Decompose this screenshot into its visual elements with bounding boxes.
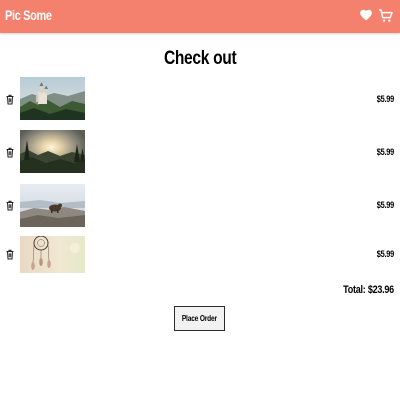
trash-icon[interactable] <box>5 200 15 211</box>
animal-on-rocks-photo <box>20 184 85 227</box>
trash-icon[interactable] <box>5 147 15 158</box>
app-header: Pic Some <box>0 0 400 33</box>
castle-forest-photo <box>20 77 85 120</box>
cart-item: $5.99 <box>0 236 400 280</box>
cart-item: $5.99 <box>0 184 400 228</box>
order-total: Total: $23.96 <box>343 284 394 296</box>
cart-icon[interactable] <box>378 8 394 24</box>
place-order-button[interactable]: Place Order <box>174 306 225 331</box>
item-price: $5.99 <box>376 94 394 104</box>
heart-icon[interactable] <box>359 8 373 22</box>
item-price: $5.99 <box>376 249 394 259</box>
trash-icon[interactable] <box>5 94 15 105</box>
item-price: $5.99 <box>376 200 394 210</box>
cart-item: $5.99 <box>0 130 400 174</box>
page-title: Check out <box>163 48 237 69</box>
trash-icon[interactable] <box>5 249 15 260</box>
item-price: $5.99 <box>376 147 394 157</box>
dreamcatcher-photo <box>20 236 85 273</box>
cart-item: $5.99 <box>0 77 400 121</box>
brand-title[interactable]: Pic Some <box>5 7 52 23</box>
sunset-forest-photo <box>20 130 85 173</box>
